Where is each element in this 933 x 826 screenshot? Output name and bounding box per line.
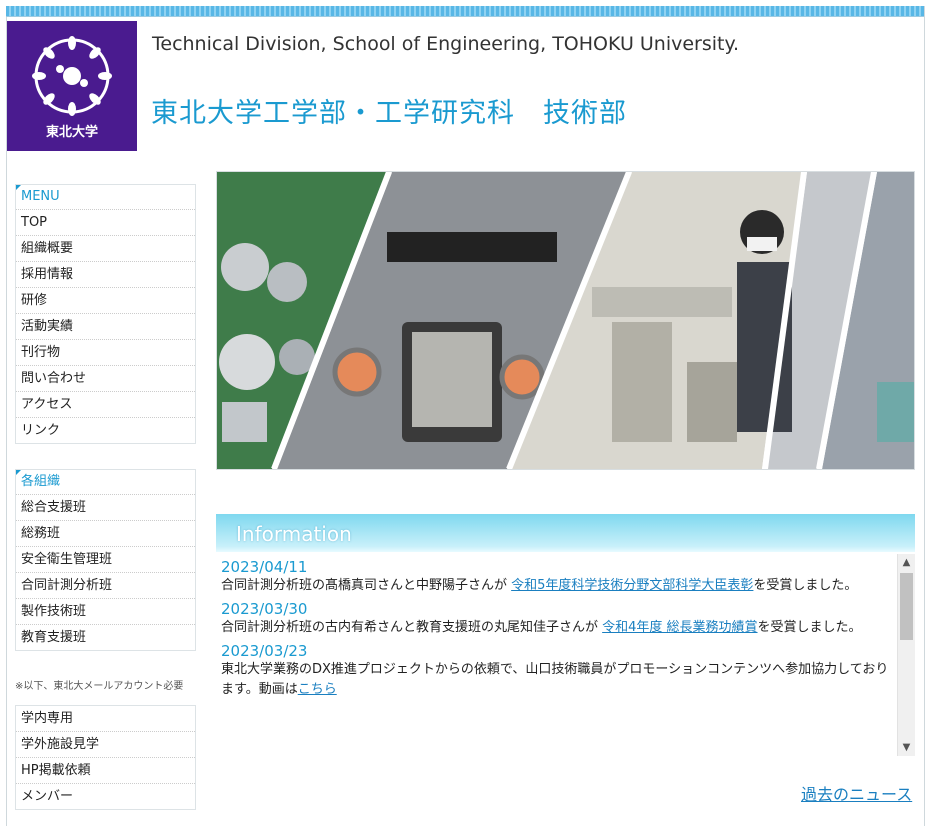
group-item-general-support[interactable]: 総合支援班 [16,495,195,521]
menu-item-links[interactable]: リンク [16,418,195,443]
site-title-en: Technical Division, School of Engineerin… [152,33,740,55]
internal-item-facility-tour[interactable]: 学外施設見学 [16,732,195,758]
tohoku-university-logo[interactable]: 東北大学 [7,21,137,151]
menu-item-recruit[interactable]: 採用情報 [16,262,195,288]
news-scrollbar[interactable]: ▲ ▼ [897,554,915,756]
seal-icon [32,36,112,116]
news-link-merit-award[interactable]: 令和4年度 総長業務功績賞 [602,620,757,635]
news-text: 合同計測分析班の古内有希さんと教育支援班の丸尾知佳子さんが 令和4年度 総長業務… [221,620,862,635]
menu-item-overview[interactable]: 組織概要 [16,236,195,262]
information-header: Information [216,514,915,552]
news-item: 2023/03/23 東北大学業務のDX推進プロジェクトからの依頼で、山口技術職… [216,642,897,700]
menu-item-contact[interactable]: 問い合わせ [16,366,195,392]
scroll-down-icon[interactable]: ▼ [898,739,915,756]
group-item-fabrication[interactable]: 製作技術班 [16,599,195,625]
information-title: Information [236,522,352,546]
menu-item-activities[interactable]: 活動実績 [16,314,195,340]
internal-menu: 学内専用 学外施設見学 HP掲載依頼 メンバー [15,705,196,810]
group-item-safety[interactable]: 安全衛生管理班 [16,547,195,573]
top-stripe-bar [6,6,924,17]
group-item-measurement[interactable]: 合同計測分析班 [16,573,195,599]
site-title-jp[interactable]: 東北大学工学部・工学研究科 技術部 [151,91,627,130]
internal-item-campus-only[interactable]: 学内専用 [16,706,195,732]
news-link-award[interactable]: 令和5年度科学技術分野文部科学大臣表彰 [511,578,753,593]
groups-heading: 各組織 [16,470,195,495]
menu-item-access[interactable]: アクセス [16,392,195,418]
scroll-up-icon[interactable]: ▲ [898,554,915,571]
group-item-education[interactable]: 教育支援班 [16,625,195,650]
internal-item-members[interactable]: メンバー [16,784,195,809]
internal-item-hp-request[interactable]: HP掲載依頼 [16,758,195,784]
hero-photo-collage [216,171,915,470]
news-text: 東北大学業務のDX推進プロジェクトからの依頼で、山口技術職員がプロモーションコン… [221,662,889,697]
account-note: ※以下、東北大メールアカウント必要 [15,681,184,692]
news-link-video[interactable]: こちら [298,682,337,697]
menu-item-top[interactable]: TOP [16,210,195,236]
news-item: 2023/03/30 合同計測分析班の古内有希さんと教育支援班の丸尾知佳子さんが… [216,600,897,638]
news-list[interactable]: 2023/04/11 合同計測分析班の髙橋真司さんと中野陽子さんが 令和5年度科… [216,554,897,756]
menu-item-training[interactable]: 研修 [16,288,195,314]
groups-menu: 各組織 総合支援班 総務班 安全衛生管理班 合同計測分析班 製作技術班 教育支援… [15,469,196,651]
main-menu: MENU TOP 組織概要 採用情報 研修 活動実績 刊行物 問い合わせ アクセ… [15,184,196,444]
news-date: 2023/03/23 [221,642,308,660]
news-text: 合同計測分析班の髙橋真司さんと中野陽子さんが 令和5年度科学技術分野文部科学大臣… [221,578,858,593]
menu-heading: MENU [16,185,195,210]
scroll-thumb[interactable] [900,573,913,640]
news-date: 2023/04/11 [221,558,308,576]
news-date: 2023/03/30 [221,600,308,618]
news-item: 2023/04/11 合同計測分析班の髙橋真司さんと中野陽子さんが 令和5年度科… [216,558,897,596]
menu-item-publications[interactable]: 刊行物 [16,340,195,366]
group-item-general-affairs[interactable]: 総務班 [16,521,195,547]
past-news-link[interactable]: 過去のニュース [801,781,912,805]
logo-text: 東北大学 [45,125,98,140]
